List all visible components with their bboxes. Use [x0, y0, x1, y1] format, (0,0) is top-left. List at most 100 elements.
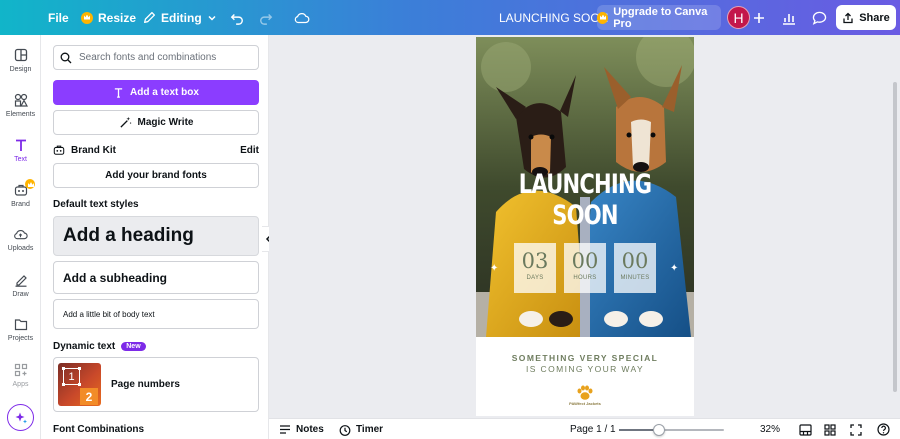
add-subheading-card[interactable]: Add a subheading: [53, 261, 259, 294]
new-badge: New: [121, 341, 146, 351]
countdown-hours[interactable]: 00 HOURS: [564, 243, 606, 293]
page-numbers-card[interactable]: 1 2 Page numbers: [53, 357, 259, 412]
upgrade-label: Upgrade to Canva Pro: [613, 5, 708, 30]
poster-title-line2: SOON: [552, 200, 618, 231]
timer-icon: [339, 424, 351, 436]
rail-item-draw[interactable]: Draw: [0, 273, 41, 313]
file-menu[interactable]: File: [48, 0, 69, 35]
poster-page[interactable]: LAUNCHING SOON 03 DAYS 00 HOURS 00 MINUT…: [476, 37, 694, 416]
grid-view-button[interactable]: [824, 419, 836, 439]
undo-icon[interactable]: [226, 7, 248, 29]
avatar[interactable]: H: [727, 6, 750, 29]
brand-crown-icon: [25, 179, 35, 189]
grid-view-icon: [824, 423, 836, 436]
rail-item-apps[interactable]: Apps: [0, 363, 41, 403]
document-title[interactable]: LAUNCHING SOON: [499, 0, 608, 35]
pages-view-icon: [799, 423, 812, 436]
comment-icon[interactable]: [808, 7, 830, 29]
zoom-percent[interactable]: 32%: [760, 419, 780, 439]
notes-label: Notes: [296, 424, 324, 435]
rail-label-uploads: Uploads: [7, 245, 34, 252]
poster-tagline-line1[interactable]: SOMETHING VERY SPECIAL: [476, 353, 694, 363]
left-rail: Design Elements Text Brand Uploads Draw …: [0, 35, 41, 439]
share-button[interactable]: Share: [836, 5, 896, 30]
analytics-icon[interactable]: [778, 7, 800, 29]
fullscreen-button[interactable]: [850, 419, 862, 439]
share-upload-icon: [843, 12, 853, 23]
add-collaborator-icon[interactable]: [748, 7, 770, 29]
rail-label-apps: Apps: [12, 381, 29, 388]
poster-title[interactable]: LAUNCHING SOON: [500, 169, 670, 231]
poster-tagline-line2[interactable]: IS COMING YOUR WAY: [476, 364, 694, 374]
dynamic-text-title: Dynamic text New: [53, 341, 146, 352]
notes-button[interactable]: Notes: [279, 419, 324, 439]
crown-icon: [81, 11, 93, 24]
text-panel: Add a text box Magic Write Brand Kit Edi…: [41, 35, 269, 439]
cloud-sync-icon[interactable]: [291, 7, 313, 29]
timer-button[interactable]: Timer: [339, 419, 383, 439]
rail-label-elements: Elements: [5, 111, 36, 118]
resize-button[interactable]: Resize: [81, 0, 136, 35]
help-button[interactable]: [877, 419, 890, 439]
logo-wordmark: PAWfect Jackets: [569, 401, 601, 406]
countdown-minutes[interactable]: 00 MINUTES: [614, 243, 656, 293]
elements-icon: [14, 93, 28, 107]
magic-write-button[interactable]: Magic Write: [53, 110, 259, 135]
countdown-days[interactable]: 03 DAYS: [514, 243, 556, 293]
zoom-percent-text: 32%: [760, 424, 781, 435]
share-label: Share: [859, 11, 890, 24]
paw-logo-icon: [577, 385, 593, 400]
editing-mode-dropdown[interactable]: Editing: [143, 0, 217, 35]
document-title-text: LAUNCHING SOON: [499, 10, 609, 25]
magic-write-label: Magic Write: [137, 117, 194, 128]
dynamic-text-label: Dynamic text: [53, 341, 116, 352]
default-text-styles-title: Default text styles: [53, 199, 139, 210]
font-search-box[interactable]: [53, 45, 259, 70]
pencil-icon: [143, 11, 156, 24]
add-text-box-button[interactable]: Add a text box: [53, 80, 259, 105]
fullscreen-icon: [850, 423, 862, 436]
page-numbers-label: Page numbers: [111, 379, 180, 390]
add-brand-fonts-label: Add your brand fonts: [105, 170, 207, 181]
font-search-input[interactable]: [79, 52, 249, 63]
brand-kit-edit-link[interactable]: Edit: [240, 145, 259, 156]
bottom-bar: Notes Timer Page 1 / 1 32%: [269, 418, 900, 439]
font-combinations-title: Font Combinations: [53, 424, 145, 435]
add-subheading-label: Add a subheading: [63, 270, 168, 285]
brand-kit-row: Brand Kit Edit: [53, 142, 259, 158]
sparkle-icon: [15, 412, 27, 423]
zoom-slider[interactable]: [619, 424, 724, 436]
page-numbers-thumbnail: 1 2: [58, 363, 101, 406]
add-body-text-label: Add a little bit of body text: [63, 309, 155, 319]
magic-assistant-button[interactable]: [7, 404, 34, 431]
timer-label: Timer: [356, 424, 384, 435]
rail-label-design: Design: [9, 66, 32, 73]
notes-icon: [280, 425, 290, 434]
page-indicator[interactable]: Page 1 / 1: [570, 419, 616, 439]
pages-view-button[interactable]: [799, 419, 812, 439]
draw-icon: [15, 275, 27, 287]
rail-label-projects: Projects: [7, 335, 34, 342]
brand-kit-icon: [53, 145, 65, 155]
canvas-scrollbar[interactable]: [893, 82, 897, 392]
rail-item-design[interactable]: Design: [0, 48, 41, 88]
rail-item-elements[interactable]: Elements: [0, 93, 41, 133]
countdown-hours-label: HOURS: [573, 275, 597, 281]
zoom-slider-thumb[interactable]: [652, 424, 665, 436]
text-icon: [15, 139, 26, 151]
rail-item-brand[interactable]: Brand: [0, 183, 41, 223]
add-brand-fonts-button[interactable]: Add your brand fonts: [53, 163, 259, 188]
add-heading-card[interactable]: Add a heading: [53, 216, 259, 256]
countdown-days-value: 03: [521, 249, 549, 273]
add-text-box-label: Add a text box: [130, 87, 199, 98]
rail-item-text[interactable]: Text: [0, 138, 41, 178]
rail-item-uploads[interactable]: Uploads: [0, 228, 41, 268]
page-number-1: 1: [62, 367, 80, 385]
rail-item-projects[interactable]: Projects: [0, 318, 41, 358]
upgrade-button[interactable]: Upgrade to Canva Pro: [597, 5, 721, 30]
text-icon: [114, 88, 123, 98]
chevron-down-icon: [208, 15, 216, 21]
add-body-text-card[interactable]: Add a little bit of body text: [53, 299, 259, 329]
redo-icon[interactable]: [255, 7, 277, 29]
countdown-minutes-value: 00: [621, 249, 649, 273]
